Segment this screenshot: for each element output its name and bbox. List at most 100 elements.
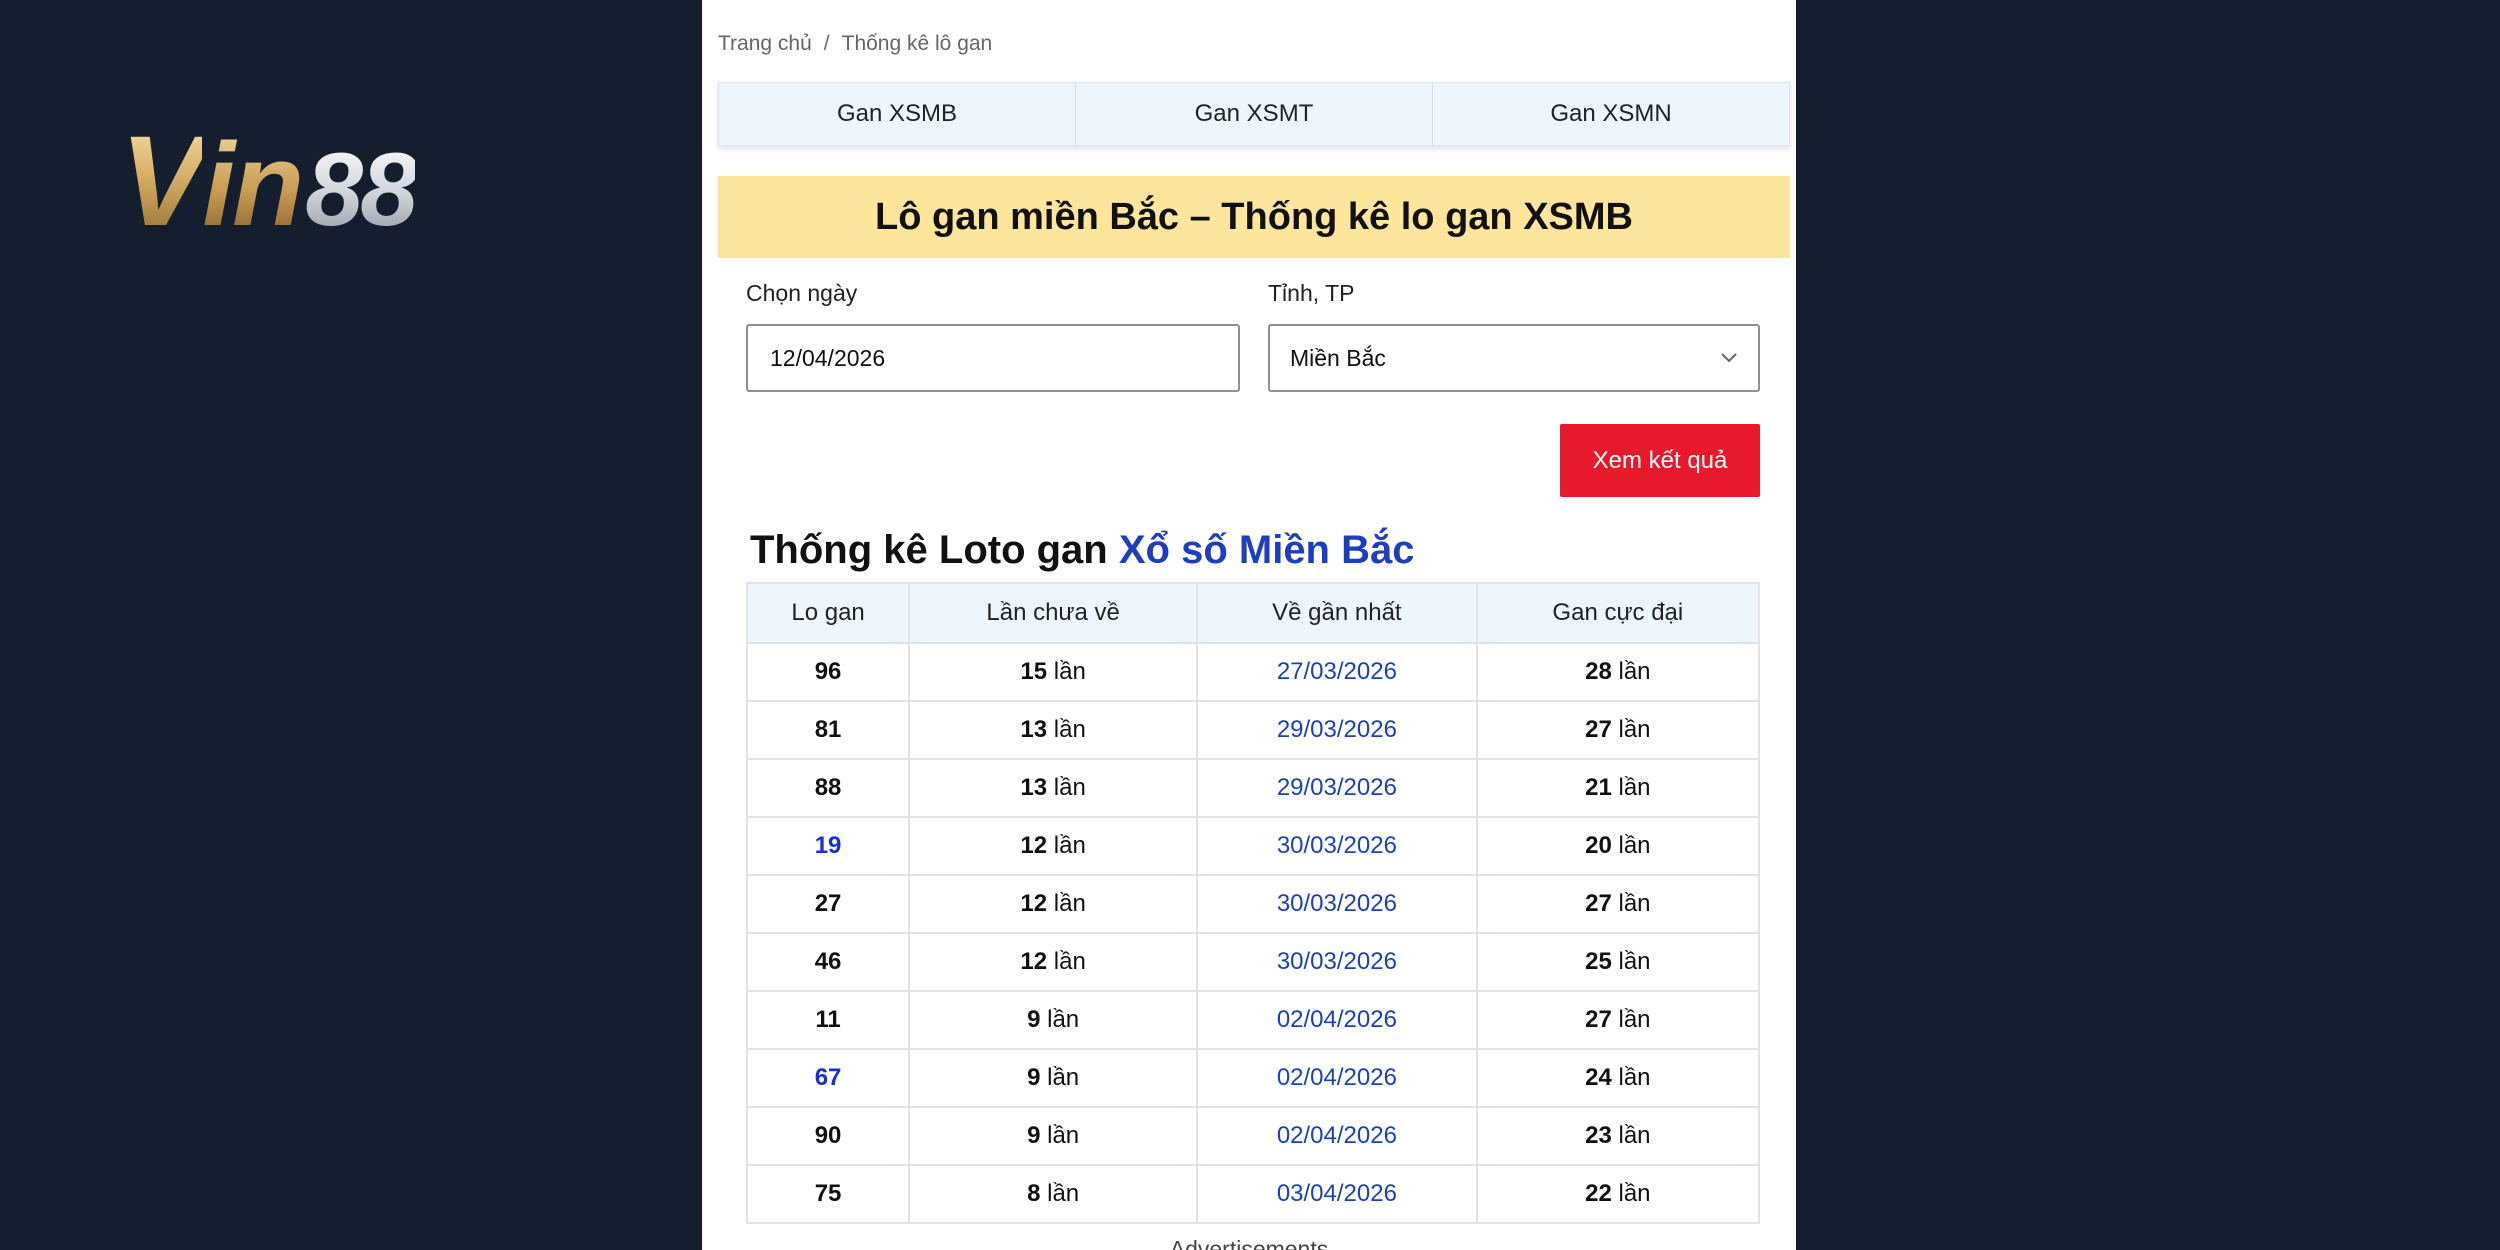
last-date-link[interactable]: 02/04/2026: [1196, 990, 1478, 1050]
max-unit: lần: [1618, 774, 1651, 801]
date-input[interactable]: [768, 343, 1238, 373]
count-value: 15: [1020, 658, 1048, 685]
province-label: Tỉnh, TP: [1268, 280, 1355, 306]
table-row: 19 12 lần 30/03/2026 20 lần: [745, 816, 1761, 876]
date-label: Chọn ngày: [746, 280, 858, 306]
lo-number-cell[interactable]: 67: [745, 1048, 911, 1108]
count-unit: lần: [1053, 832, 1086, 859]
header-lan-chua-ve: Lần chưa về: [908, 582, 1199, 644]
table-row: 46 12 lần 30/03/2026 25 lần: [745, 932, 1761, 992]
max-value: 21: [1585, 774, 1612, 801]
max-unit: lần: [1618, 1122, 1651, 1149]
max-value: 24: [1585, 1064, 1612, 1091]
lo-number-cell[interactable]: 46: [745, 932, 911, 992]
max-unit: lần: [1618, 1064, 1651, 1091]
max-value: 27: [1585, 890, 1612, 917]
max-unit: lần: [1618, 948, 1651, 975]
max-unit: lần: [1618, 716, 1651, 743]
max-cell: 24 lần: [1475, 1048, 1761, 1108]
logo-letter-v: V: [120, 110, 205, 253]
lo-number-cell[interactable]: 90: [745, 1106, 911, 1166]
logo-number: 88: [305, 132, 418, 248]
count-cell: 9 lần: [908, 990, 1199, 1050]
max-cell: 21 lần: [1475, 758, 1761, 818]
province-selected-value: Miền Bắc: [1290, 344, 1386, 371]
count-unit: lần: [1047, 1180, 1080, 1207]
count-value: 12: [1020, 948, 1048, 975]
count-cell: 12 lần: [908, 874, 1199, 934]
vin88-logo[interactable]: Vin88: [120, 118, 418, 248]
content-panel: Trang chủ / Thống kê lô gan Gan XSMB Gan X…: [702, 0, 1796, 1250]
count-cell: 9 lần: [908, 1106, 1199, 1166]
count-value: 9: [1027, 1006, 1041, 1033]
max-cell: 22 lần: [1475, 1164, 1761, 1224]
max-unit: lần: [1618, 890, 1651, 917]
section-title-prefix: Thống kê Loto gan: [750, 528, 1108, 572]
last-date-link[interactable]: 30/03/2026: [1196, 874, 1478, 934]
lo-number-cell[interactable]: 75: [745, 1164, 911, 1224]
last-date-link[interactable]: 30/03/2026: [1196, 816, 1478, 876]
breadcrumb-separator: /: [823, 32, 830, 55]
lo-number-cell[interactable]: 19: [745, 816, 911, 876]
table-row: 81 13 lần 29/03/2026 27 lần: [745, 700, 1761, 760]
page-title: Lô gan miền Bắc – Thống kê lo gan XSMB: [718, 176, 1790, 258]
count-value: 12: [1020, 890, 1048, 917]
count-cell: 15 lần: [908, 642, 1199, 702]
count-value: 9: [1027, 1122, 1041, 1149]
count-value: 13: [1020, 716, 1048, 743]
section-title: Thống kê Loto gan Xổ số Miền Bắc: [750, 528, 1414, 573]
tab-gan-xsmn[interactable]: Gan XSMN: [1433, 83, 1789, 145]
breadcrumb: Trang chủ / Thống kê lô gan: [718, 32, 992, 56]
lo-gan-table: Lo gan Lần chưa về Về gần nhất Gan cực đ…: [745, 582, 1761, 1224]
last-date-link[interactable]: 03/04/2026: [1196, 1164, 1478, 1224]
lo-number-cell[interactable]: 88: [745, 758, 911, 818]
count-unit: lần: [1053, 948, 1086, 975]
max-cell: 23 lần: [1475, 1106, 1761, 1166]
last-date-link[interactable]: 02/04/2026: [1196, 1106, 1478, 1166]
table-body: 96 15 lần 27/03/2026 28 lần 81 13 lần 29/03/20…: [745, 642, 1761, 1224]
header-lo-gan: Lo gan: [745, 582, 911, 644]
max-cell: 25 lần: [1475, 932, 1761, 992]
tab-gan-xsmt[interactable]: Gan XSMT: [1076, 83, 1433, 145]
max-unit: lần: [1618, 1006, 1651, 1033]
max-value: 27: [1585, 1006, 1612, 1033]
breadcrumb-current: Thống kê lô gan: [841, 32, 993, 55]
last-date-link[interactable]: 30/03/2026: [1196, 932, 1478, 992]
count-unit: lần: [1053, 774, 1086, 801]
last-date-link[interactable]: 27/03/2026: [1196, 642, 1478, 702]
max-cell: 27 lần: [1475, 700, 1761, 760]
table-row: 88 13 lần 29/03/2026 21 lần: [745, 758, 1761, 818]
last-date-link[interactable]: 02/04/2026: [1196, 1048, 1478, 1108]
count-cell: 13 lần: [908, 700, 1199, 760]
count-value: 8: [1027, 1180, 1041, 1207]
count-cell: 12 lần: [908, 932, 1199, 992]
table-row: 90 9 lần 02/04/2026 23 lần: [745, 1106, 1761, 1166]
tab-gan-xsmb[interactable]: Gan XSMB: [719, 83, 1076, 145]
count-cell: 8 lần: [908, 1164, 1199, 1224]
section-title-highlight: Xổ số Miền Bắc: [1118, 528, 1415, 572]
last-date-link[interactable]: 29/03/2026: [1196, 700, 1478, 760]
header-ve-gan-nhat: Về gần nhất: [1196, 582, 1478, 644]
date-field[interactable]: [746, 324, 1240, 392]
count-value: 12: [1020, 832, 1048, 859]
province-select[interactable]: Miền Bắc: [1268, 324, 1760, 392]
max-cell: 28 lần: [1475, 642, 1761, 702]
lo-number-cell[interactable]: 11: [745, 990, 911, 1050]
table-row: 96 15 lần 27/03/2026 28 lần: [745, 642, 1761, 702]
max-value: 27: [1585, 716, 1612, 743]
max-cell: 20 lần: [1475, 816, 1761, 876]
logo-letters-in: in: [202, 119, 304, 251]
max-value: 20: [1585, 832, 1612, 859]
lo-number-cell[interactable]: 81: [745, 700, 911, 760]
breadcrumb-home-link[interactable]: Trang chủ: [718, 32, 812, 55]
lo-number-cell[interactable]: 27: [745, 874, 911, 934]
count-value: 13: [1020, 774, 1048, 801]
last-date-link[interactable]: 29/03/2026: [1196, 758, 1478, 818]
max-value: 25: [1585, 948, 1612, 975]
lo-number-cell[interactable]: 96: [745, 642, 911, 702]
count-unit: lần: [1047, 1006, 1080, 1033]
count-value: 9: [1027, 1064, 1041, 1091]
table-header-row: Lo gan Lần chưa về Về gần nhất Gan cực đ…: [745, 582, 1761, 644]
view-results-button[interactable]: Xem kết quả: [1560, 424, 1760, 497]
count-unit: lần: [1053, 890, 1086, 917]
